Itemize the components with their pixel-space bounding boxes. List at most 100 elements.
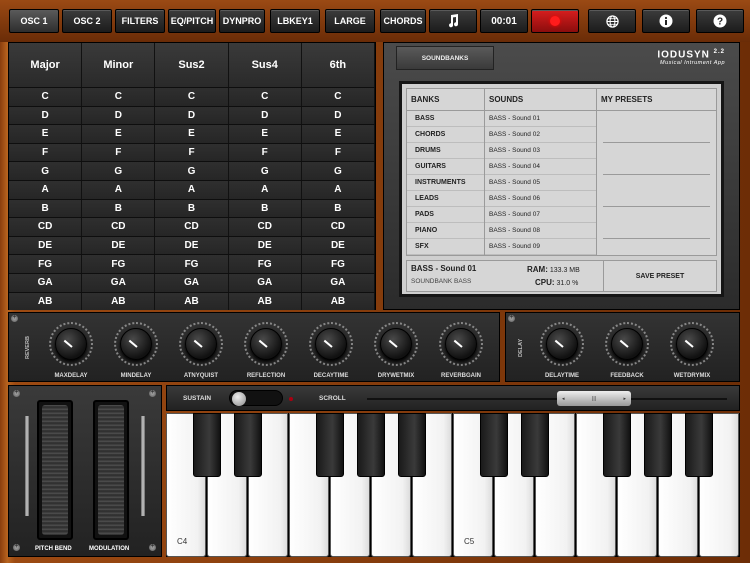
chord-button[interactable]: F: [155, 143, 229, 162]
preset-slot[interactable]: [603, 207, 710, 239]
tab-large[interactable]: LARGE: [325, 9, 375, 33]
chord-button[interactable]: D: [155, 106, 229, 125]
bank-item[interactable]: LEADS: [407, 191, 484, 207]
knob-reflection[interactable]: REFLECTION: [236, 319, 296, 381]
knob-delaytime[interactable]: DELAYTIME: [532, 319, 592, 381]
knob-decaytime[interactable]: DECAYTIME: [301, 319, 361, 381]
chord-button[interactable]: CD: [82, 218, 156, 236]
bank-item[interactable]: PIANO: [407, 223, 484, 239]
tab-osc2[interactable]: OSC 2: [62, 9, 112, 33]
chord-button[interactable]: C: [228, 88, 302, 106]
chord-button[interactable]: GA: [82, 273, 156, 292]
bank-item[interactable]: PADS: [407, 207, 484, 223]
modulation-wheel[interactable]: [93, 400, 129, 540]
music-note-button[interactable]: [429, 9, 477, 33]
sound-item[interactable]: BASS - Sound 05: [485, 175, 596, 191]
tab-eq-pitch[interactable]: EQ/PITCH: [168, 9, 216, 33]
black-key[interactable]: [357, 413, 385, 477]
knob-maxdelay[interactable]: MAXDELAY: [41, 319, 101, 381]
black-key[interactable]: [316, 413, 344, 477]
chord-button[interactable]: A: [155, 180, 229, 199]
chord-button[interactable]: G: [82, 162, 156, 180]
chord-button[interactable]: AB: [301, 292, 376, 311]
pitch-bend-wheel[interactable]: [37, 400, 73, 540]
chord-button[interactable]: A: [228, 180, 302, 199]
chord-button[interactable]: E: [82, 125, 156, 143]
knob-atnyquist[interactable]: ATNYQUIST: [171, 319, 231, 381]
sound-item[interactable]: BASS - Sound 07: [485, 207, 596, 223]
sustain-toggle[interactable]: [229, 390, 283, 406]
chord-button[interactable]: D: [301, 106, 376, 125]
chord-button[interactable]: B: [155, 199, 229, 218]
preset-slot[interactable]: [603, 143, 710, 175]
chord-button[interactable]: D: [82, 106, 156, 125]
chord-button[interactable]: F: [9, 143, 83, 162]
chord-button[interactable]: E: [228, 125, 302, 143]
chord-button[interactable]: CD: [9, 218, 83, 236]
chord-button[interactable]: AB: [228, 292, 302, 311]
black-key[interactable]: [398, 413, 426, 477]
sound-item[interactable]: BASS - Sound 03: [485, 143, 596, 159]
chord-button[interactable]: CD: [228, 218, 302, 236]
tab-lbkey1[interactable]: LBKEY1: [270, 9, 320, 33]
chord-button[interactable]: C: [155, 88, 229, 106]
chord-button[interactable]: E: [301, 125, 376, 143]
chord-button[interactable]: D: [9, 106, 83, 125]
chord-button[interactable]: C: [82, 88, 156, 106]
chord-button[interactable]: DE: [228, 236, 302, 255]
chord-button[interactable]: DE: [9, 236, 83, 255]
chord-button[interactable]: AB: [82, 292, 156, 311]
chord-button[interactable]: C: [9, 88, 83, 106]
chord-button[interactable]: GA: [301, 273, 376, 292]
black-key[interactable]: [480, 413, 508, 477]
chord-button[interactable]: G: [9, 162, 83, 180]
scroll-track[interactable]: [367, 398, 727, 400]
globe-button[interactable]: [588, 9, 636, 33]
chord-button[interactable]: FG: [82, 255, 156, 273]
sound-item[interactable]: BASS - Sound 06: [485, 191, 596, 207]
chord-button[interactable]: E: [155, 125, 229, 143]
chord-button[interactable]: GA: [9, 273, 83, 292]
sound-item[interactable]: BASS - Sound 01: [485, 111, 596, 127]
sound-item[interactable]: BASS - Sound 09: [485, 239, 596, 255]
knob-feedback[interactable]: FEEDBACK: [597, 319, 657, 381]
black-key[interactable]: [603, 413, 631, 477]
chord-button[interactable]: B: [9, 199, 83, 218]
chord-button[interactable]: GA: [155, 273, 229, 292]
tab-chords[interactable]: CHORDS: [380, 9, 426, 33]
chord-button[interactable]: G: [301, 162, 376, 180]
bank-item[interactable]: DRUMS: [407, 143, 484, 159]
knob-wetdrymix[interactable]: WETDRYMIX: [662, 319, 722, 381]
chord-button[interactable]: FG: [301, 255, 376, 273]
chord-button[interactable]: F: [228, 143, 302, 162]
bank-item[interactable]: BASS: [407, 111, 484, 127]
chord-button[interactable]: FG: [155, 255, 229, 273]
black-key[interactable]: [685, 413, 713, 477]
black-key[interactable]: [193, 413, 221, 477]
chord-button[interactable]: C: [301, 88, 376, 106]
chord-button[interactable]: DE: [82, 236, 156, 255]
bank-item[interactable]: CHORDS: [407, 127, 484, 143]
chord-button[interactable]: AB: [9, 292, 83, 311]
save-preset-button[interactable]: SAVE PRESET: [603, 261, 716, 291]
chord-button[interactable]: A: [82, 180, 156, 199]
preset-slot[interactable]: [603, 111, 710, 143]
tab-soundbanks[interactable]: SOUNDBANKS: [396, 46, 494, 70]
chord-button[interactable]: FG: [9, 255, 83, 273]
scroll-thumb[interactable]: ◂ ||| ▸: [557, 391, 631, 406]
chord-button[interactable]: G: [228, 162, 302, 180]
tab-osc1[interactable]: OSC 1: [9, 9, 59, 33]
bank-item[interactable]: INSTRUMENTS: [407, 175, 484, 191]
sound-item[interactable]: BASS - Sound 04: [485, 159, 596, 175]
chord-button[interactable]: AB: [155, 292, 229, 311]
chord-button[interactable]: FG: [228, 255, 302, 273]
chord-button[interactable]: B: [82, 199, 156, 218]
chord-button[interactable]: CD: [301, 218, 376, 236]
black-key[interactable]: [521, 413, 549, 477]
sound-item[interactable]: BASS - Sound 08: [485, 223, 596, 239]
chord-button[interactable]: B: [228, 199, 302, 218]
chord-button[interactable]: GA: [228, 273, 302, 292]
chord-button[interactable]: A: [9, 180, 83, 199]
chord-button[interactable]: B: [301, 199, 376, 218]
chord-button[interactable]: DE: [155, 236, 229, 255]
